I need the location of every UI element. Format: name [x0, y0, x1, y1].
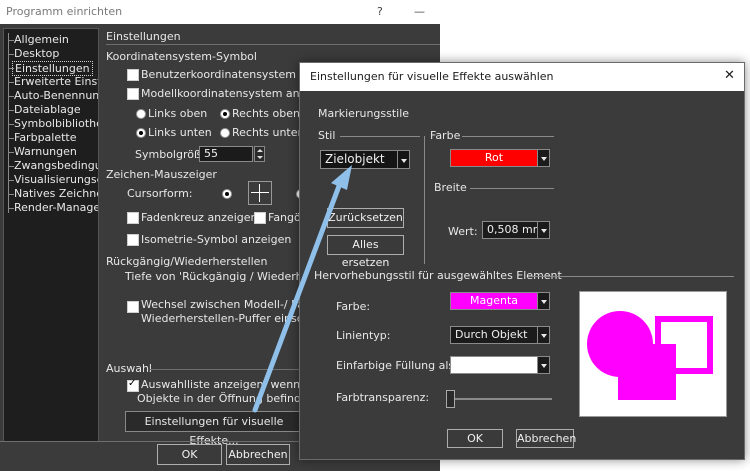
annotation-arrow — [252, 165, 352, 413]
